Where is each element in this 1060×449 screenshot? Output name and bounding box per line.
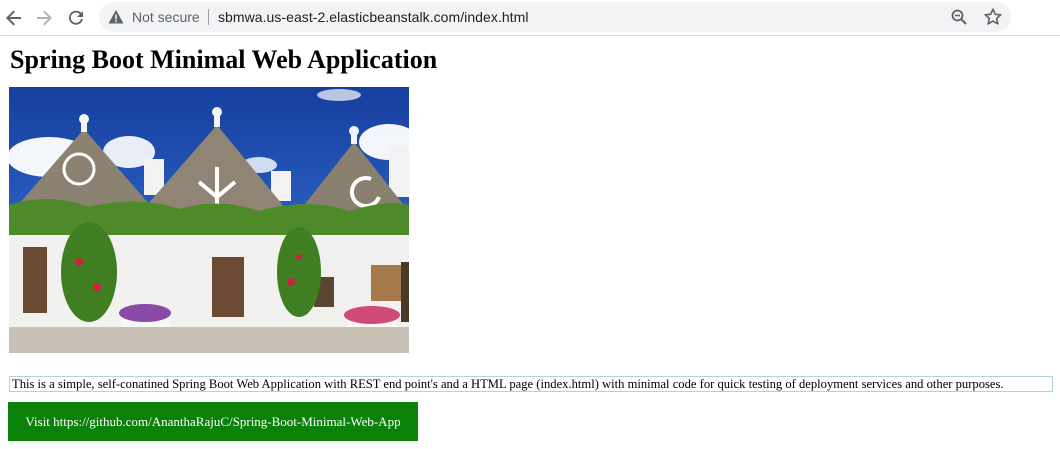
reload-button[interactable] [64,6,88,30]
back-button[interactable] [2,6,26,30]
page-title: Spring Boot Minimal Web Application [10,45,438,74]
security-status-label[interactable]: Not secure [132,9,200,25]
warning-icon[interactable] [108,9,124,25]
forward-arrow-icon [37,10,52,26]
forward-button[interactable] [32,6,56,30]
zoom-icon[interactable] [950,8,968,26]
browser-toolbar: Not secure sbmwa.us-east-2.elasticbeanst… [0,0,1060,36]
url-text[interactable]: sbmwa.us-east-2.elasticbeanstalk.com/ind… [218,9,528,25]
omnibox-divider [208,9,209,25]
reload-icon [69,10,83,25]
description-text: This is a simple, self-conatined Spring … [9,376,1053,392]
visit-github-button[interactable]: Visit https://github.com/AnanthaRajuC/Sp… [8,402,418,441]
trulli-houses-image [9,87,409,353]
address-bar[interactable]: Not secure sbmwa.us-east-2.elasticbeanst… [99,2,1011,32]
back-arrow-icon [6,10,21,26]
star-icon[interactable] [983,7,1003,27]
